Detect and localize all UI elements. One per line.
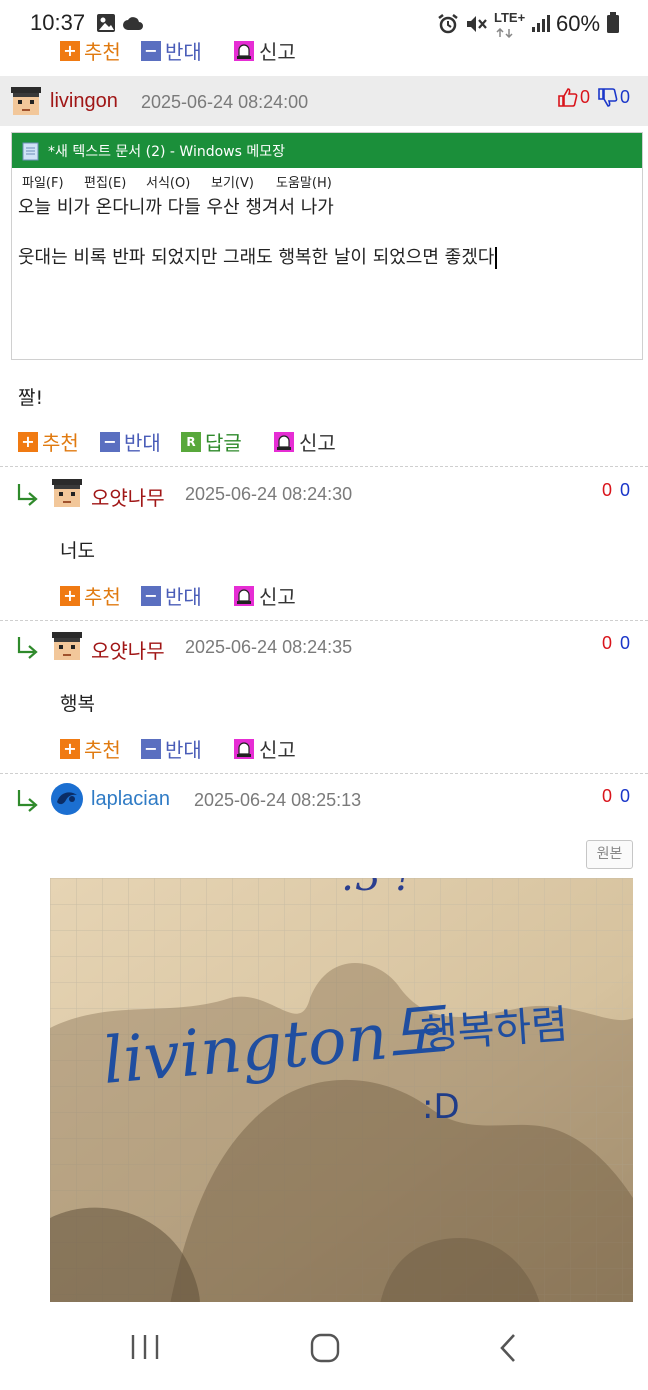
plus-icon: +	[60, 738, 80, 759]
vote-counts: 00	[602, 633, 630, 654]
thumbs-up-icon[interactable]	[556, 86, 578, 108]
signal-icon	[532, 15, 550, 32]
reply-button[interactable]: R 답글	[181, 427, 242, 456]
comment-actions: + 추천 − 반대 신고	[60, 734, 360, 764]
comment-text: 너도	[60, 540, 95, 562]
thumbs-up-count: 0	[580, 86, 591, 107]
menu-help: 도움말(H)	[276, 176, 332, 191]
siren-icon	[274, 431, 294, 452]
status-time: 10:37	[30, 10, 86, 35]
menu-view: 보기(V)	[211, 176, 254, 191]
upvote-count: 0	[602, 786, 613, 806]
oppose-button[interactable]: − 반대	[141, 36, 202, 65]
battery-percent: 60%	[556, 11, 601, 36]
notepad-titlebar: *새 텍스트 문서 (2) - Windows 메모장	[12, 133, 642, 168]
mute-icon	[467, 16, 487, 32]
recommend-button[interactable]: + 추천	[60, 36, 121, 65]
report-button[interactable]: 신고	[273, 427, 336, 456]
pixel-avatar-icon[interactable]	[50, 476, 84, 510]
attached-photo[interactable]: :3 ? livington도 행복하렴 :D	[50, 878, 633, 1304]
reply-arrow-icon	[17, 484, 38, 506]
upvote-count: 0	[602, 480, 613, 500]
notepad-icon	[22, 142, 39, 161]
recent-apps-icon[interactable]	[130, 1332, 160, 1362]
handwriting-top: :3 ?	[342, 878, 416, 900]
upvote-count: 0	[602, 633, 613, 653]
minus-icon: −	[100, 431, 120, 452]
thumbs-down-icon[interactable]	[596, 86, 618, 108]
siren-icon	[234, 585, 254, 606]
divider	[0, 466, 648, 467]
comment-actions: + 추천 − 반대 R 답글 신고	[18, 427, 378, 457]
comment-date: 2025-06-24 08:24:30	[185, 484, 353, 504]
menu-edit: 편집(E)	[84, 176, 127, 191]
original-image-button[interactable]: 원본	[586, 840, 633, 869]
report-button[interactable]: 신고	[233, 36, 296, 65]
notepad-line-2: 웃대는 비록 반파 되었지만 그래도 행복한 날이 되었으면 좋겠다	[18, 243, 498, 269]
gallery-icon	[97, 14, 115, 32]
menu-format: 서식(O)	[146, 176, 191, 191]
recommend-button[interactable]: + 추천	[60, 734, 121, 763]
siren-icon	[234, 738, 254, 759]
alarm-icon	[438, 14, 458, 34]
plus-icon: +	[18, 431, 38, 452]
vote-counts: 00	[602, 480, 630, 501]
comment-date: 2025-06-24 08:25:13	[194, 790, 362, 810]
menu-file: 파일(F)	[22, 176, 64, 191]
report-button[interactable]: 신고	[233, 581, 296, 610]
recommend-button[interactable]: + 추천	[60, 581, 121, 610]
downvote-count: 0	[620, 786, 631, 806]
plus-icon: +	[60, 585, 80, 606]
network-type: LTE+	[494, 10, 526, 25]
text-caret	[495, 247, 498, 269]
photo-image: :3 ? livington도 행복하렴 :D	[50, 878, 633, 1304]
report-button[interactable]: 신고	[233, 734, 296, 763]
navigation-bar	[0, 1302, 648, 1390]
data-arrows-icon	[496, 28, 513, 38]
comment-header: livingon 2025-06-24 08:24:00 0 0	[0, 76, 648, 126]
divider	[0, 620, 648, 621]
vote-counts: 0 0	[556, 86, 630, 108]
oppose-button[interactable]: − 반대	[141, 734, 202, 763]
home-icon[interactable]	[309, 1332, 341, 1364]
notepad-line-1: 오늘 비가 온다니까 다들 우산 챙겨서 나가	[18, 197, 334, 218]
back-icon[interactable]	[496, 1332, 520, 1364]
comment-date: 2025-06-24 08:24:00	[141, 92, 309, 112]
minus-icon: −	[141, 40, 161, 61]
minus-icon: −	[141, 738, 161, 759]
handwriting-face: :D	[422, 1087, 460, 1127]
comment-actions: + 추천 − 반대 신고	[60, 36, 360, 66]
notepad-title: *새 텍스트 문서 (2) - Windows 메모장	[48, 144, 285, 160]
username[interactable]: laplacian	[91, 788, 170, 811]
minus-icon: −	[141, 585, 161, 606]
siren-icon	[234, 40, 254, 61]
downvote-count: 0	[620, 480, 631, 500]
plus-icon: +	[60, 40, 80, 61]
round-avatar-icon[interactable]	[50, 782, 84, 816]
comment-text: 짤!	[18, 387, 44, 409]
pixel-avatar-icon[interactable]	[9, 84, 43, 118]
reply-arrow-icon	[17, 790, 38, 812]
cloud-icon	[123, 17, 143, 30]
downvote-count: 0	[620, 633, 631, 653]
battery-icon	[607, 12, 619, 33]
pixel-avatar-icon[interactable]	[50, 629, 84, 663]
thumbs-down-count: 0	[620, 86, 631, 107]
comment-actions: + 추천 − 반대 신고	[60, 581, 360, 611]
oppose-button[interactable]: − 반대	[100, 427, 161, 456]
recommend-button[interactable]: + 추천	[18, 427, 79, 456]
oppose-button[interactable]: − 반대	[141, 581, 202, 610]
notepad-menubar: 파일(F) 편집(E) 서식(O) 보기(V) 도움말(H)	[12, 168, 642, 192]
reply-arrow-icon	[17, 637, 38, 659]
comment-text: 행복	[60, 693, 95, 715]
username[interactable]: 오얏나무	[91, 482, 165, 511]
username[interactable]: 오얏나무	[91, 635, 165, 664]
notepad-screenshot: *새 텍스트 문서 (2) - Windows 메모장 파일(F) 편집(E) …	[11, 132, 643, 360]
comment-date: 2025-06-24 08:24:35	[185, 637, 353, 657]
vote-counts: 00	[602, 786, 630, 807]
username[interactable]: livingon	[50, 90, 118, 113]
divider	[0, 773, 648, 774]
reply-icon: R	[181, 431, 201, 452]
